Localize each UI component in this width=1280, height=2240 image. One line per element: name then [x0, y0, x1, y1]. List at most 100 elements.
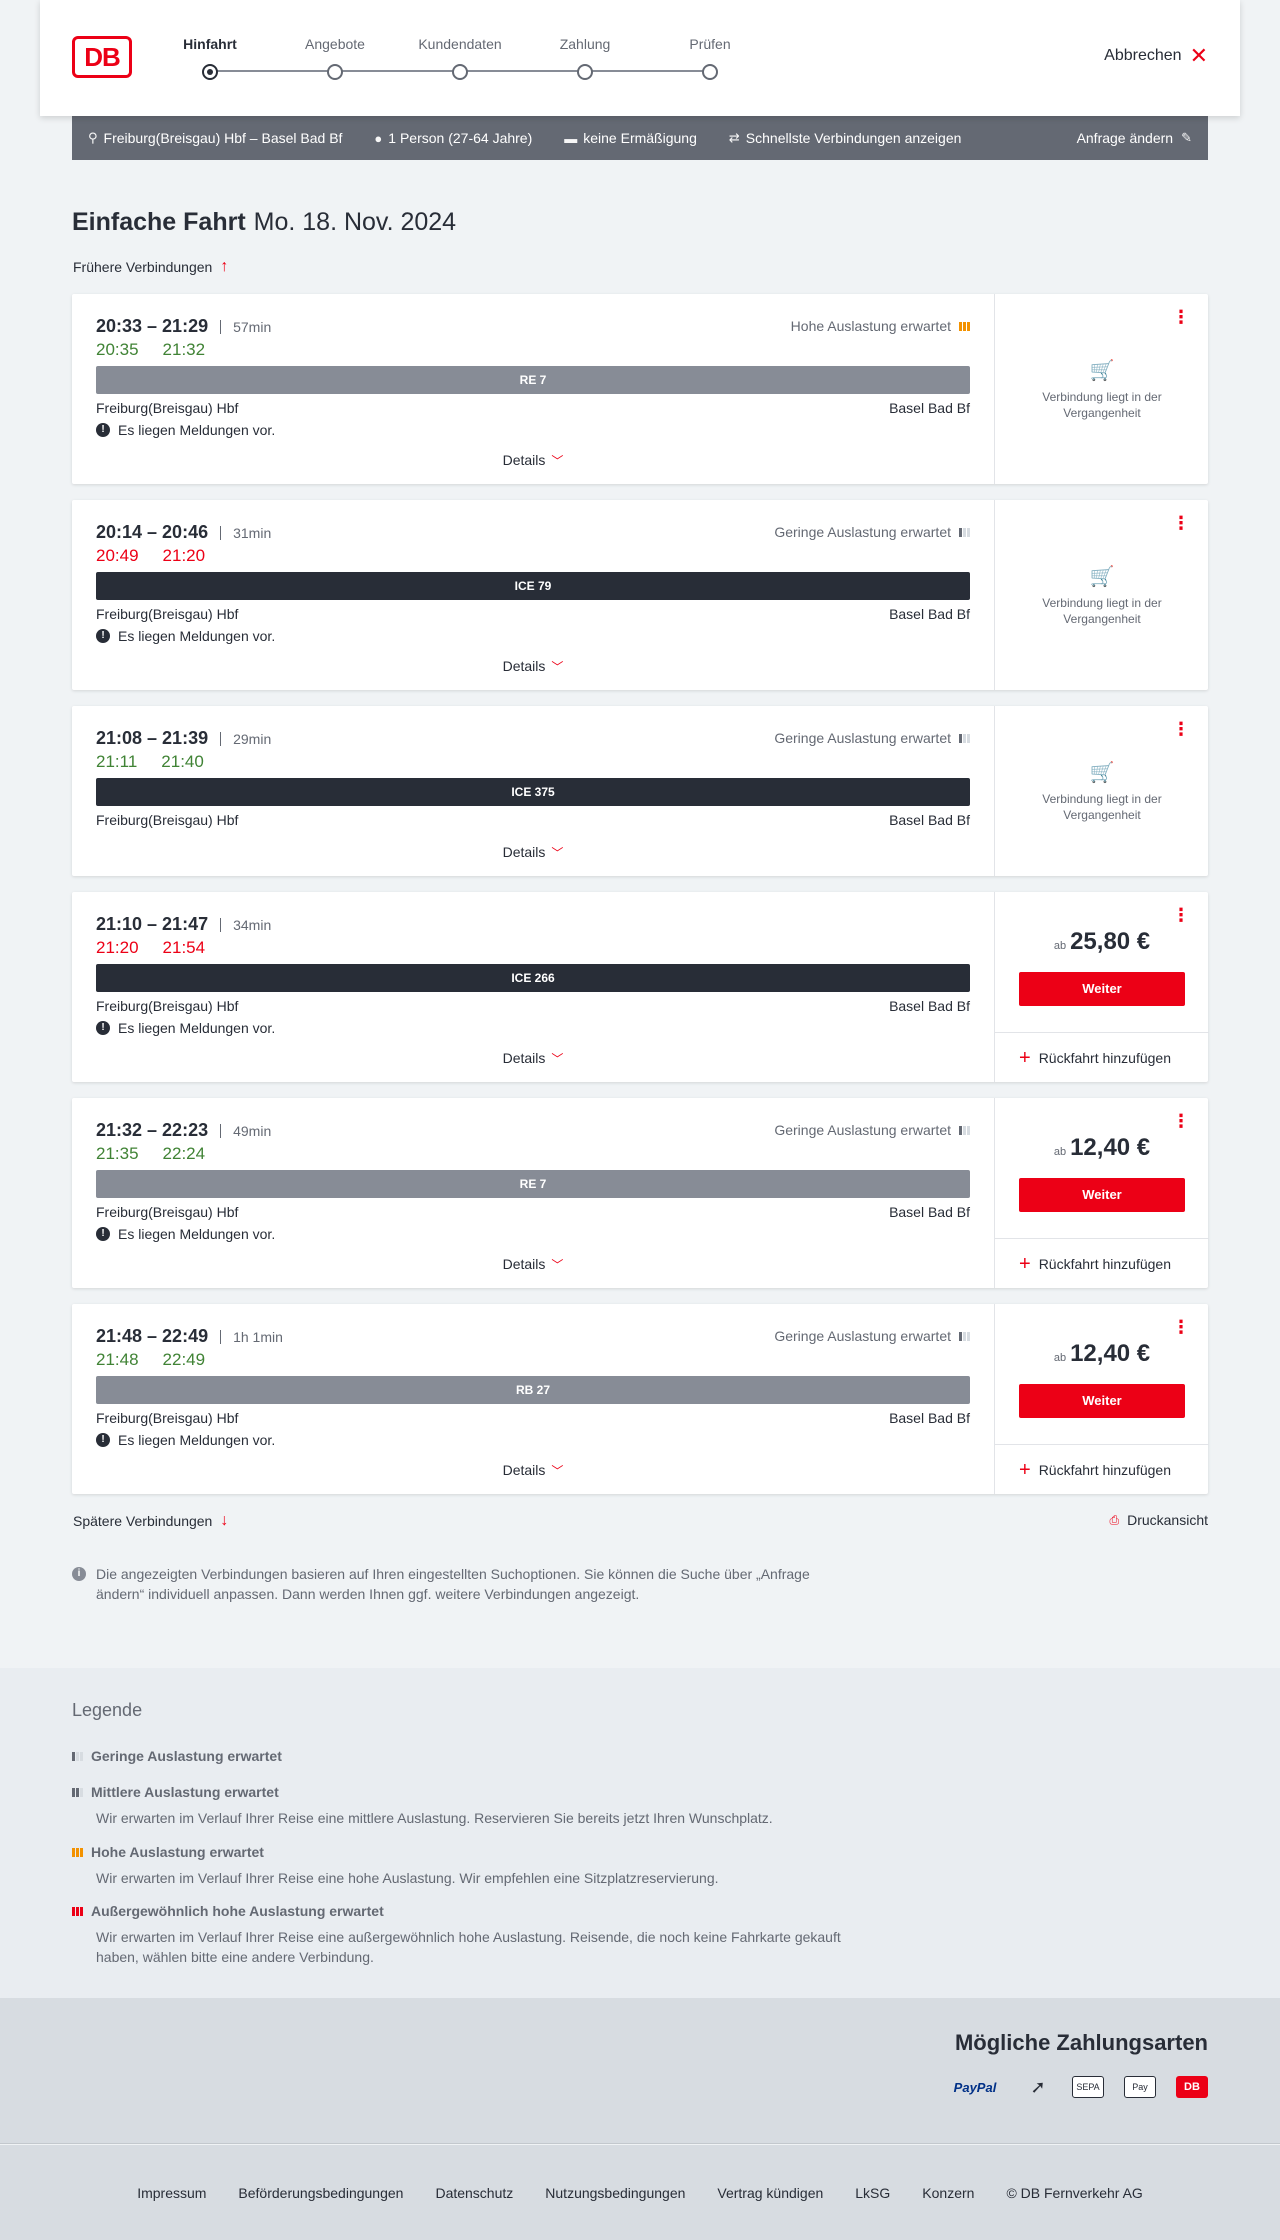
realtime-departure: 20:49 [96, 546, 139, 565]
scheduled-times: 21:08 – 21:39 29min [96, 728, 271, 749]
scheduled-times: 20:33 – 21:29 57min [96, 316, 271, 337]
footer-link-lksg[interactable]: LkSG [855, 2185, 890, 2201]
discount-summary[interactable]: ▬ keine Ermäßigung [564, 130, 697, 146]
step-zahlung[interactable]: Zahlung [525, 36, 645, 80]
footer-link-nutzung[interactable]: Nutzungsbedingungen [545, 2185, 685, 2201]
cancel-button[interactable]: Abbrechen ✕ [1104, 45, 1208, 67]
details-toggle[interactable]: Details ﹀ [72, 1050, 994, 1067]
warning-icon: ! [96, 1433, 110, 1447]
add-return-button[interactable]: + Rückfahrt hinzufügen [995, 1238, 1209, 1288]
plus-icon: + [1019, 1252, 1031, 1275]
passenger-summary[interactable]: ● 1 Person (27-64 Jahre) [374, 130, 532, 146]
footer-link-impressum[interactable]: Impressum [137, 2185, 206, 2201]
step-dot-icon [577, 64, 593, 80]
later-connections-link[interactable]: Spätere Verbindungen ↓ [73, 1512, 228, 1530]
legend-item-extreme: Außergewöhnlich hohe Auslastung erwartet… [72, 1903, 872, 1967]
more-options-icon[interactable]: ⋮ [1172, 1112, 1190, 1130]
price-value: 12,40 € [1070, 1134, 1151, 1161]
fastest-connections-toggle[interactable]: ⇄ Schnellste Verbindungen anzeigen [729, 130, 962, 146]
stations: Freiburg(Breisgau) Hbf Basel Bad Bf [96, 400, 970, 416]
connection-card[interactable]: 20:33 – 21:29 57min 20:35 21:32 Hohe Aus… [72, 294, 1208, 484]
legend-item-title: Außergewöhnlich hohe Auslastung erwartet [72, 1903, 872, 1919]
step-pruefen[interactable]: Prüfen [650, 36, 770, 80]
edit-request-label: Anfrage ändern [1076, 130, 1174, 146]
footer-link-konzern[interactable]: Konzern [922, 2185, 974, 2201]
connection-card[interactable]: 21:08 – 21:39 29min 21:11 21:40 Geringe … [72, 706, 1208, 876]
progress-stepper: Hinfahrt Angebote Kundendaten Zahlung Pr… [180, 0, 731, 116]
chevron-down-icon: ﹀ [551, 1464, 564, 1478]
legend-item-label: Hohe Auslastung erwartet [91, 1844, 264, 1860]
details-toggle[interactable]: Details ﹀ [72, 1462, 994, 1479]
stations: Freiburg(Breisgau) Hbf Basel Bad Bf [96, 1410, 970, 1426]
add-return-button[interactable]: + Rückfahrt hinzufügen [995, 1444, 1209, 1494]
earlier-connections-link[interactable]: Frühere Verbindungen ↑ [73, 258, 228, 276]
realtime-arrival: 21:20 [162, 546, 206, 565]
details-toggle[interactable]: Details ﹀ [72, 1256, 994, 1273]
occupancy-icon [959, 527, 970, 537]
trip-date: Mo. 18. Nov. 2024 [253, 208, 457, 236]
footer-link-kuendigen[interactable]: Vertrag kündigen [717, 2185, 823, 2201]
disruption-message: ! Es liegen Meldungen vor. [96, 628, 275, 644]
realtime-times: 21:11 21:40 [96, 752, 204, 772]
scheduled-times: 21:48 – 22:49 1h 1min [96, 1326, 283, 1347]
stations: Freiburg(Breisgau) Hbf Basel Bad Bf [96, 1204, 970, 1220]
more-options-icon[interactable]: ⋮ [1172, 1318, 1190, 1336]
step-angebote[interactable]: Angebote [275, 36, 395, 80]
weiter-button[interactable]: Weiter [1019, 972, 1185, 1006]
offer-panel: ⋮ 🛒 Verbindung liegt in der Vergangenhei… [994, 706, 1208, 876]
connection-card[interactable]: 21:10 – 21:47 34min 21:20 21:54 ICE 266 … [72, 892, 1209, 1082]
times-text: 20:33 – 21:29 [96, 316, 209, 336]
more-options-icon[interactable]: ⋮ [1172, 308, 1190, 326]
connection-card[interactable]: 20:14 – 20:46 31min 20:49 21:20 Geringe … [72, 500, 1208, 690]
connection-card[interactable]: 21:32 – 22:23 49min 21:35 22:24 Geringe … [72, 1098, 1209, 1288]
more-options-icon[interactable]: ⋮ [1172, 720, 1190, 738]
connection-card[interactable]: 21:48 – 22:49 1h 1min 21:48 22:49 Gering… [72, 1304, 1209, 1494]
connection-info: 21:32 – 22:23 49min 21:35 22:24 Geringe … [72, 1098, 994, 1288]
realtime-times: 20:49 21:20 [96, 546, 205, 566]
train-bar[interactable]: ICE 79 [96, 572, 970, 600]
more-options-icon[interactable]: ⋮ [1172, 906, 1190, 924]
weiter-button[interactable]: Weiter [1019, 1384, 1185, 1418]
footer: Impressum Beförderungsbedingungen Datens… [0, 2145, 1280, 2240]
add-return-button[interactable]: + Rückfahrt hinzufügen [995, 1032, 1209, 1082]
weiter-button[interactable]: Weiter [1019, 1178, 1185, 1212]
legend-item-low: Geringe Auslastung erwartet [72, 1748, 872, 1764]
step-dot-icon [452, 64, 468, 80]
occupancy-label: Hohe Auslastung erwartet [790, 318, 951, 334]
duration: 29min [220, 731, 271, 746]
details-toggle[interactable]: Details ﹀ [72, 452, 994, 469]
train-bar[interactable]: ICE 375 [96, 778, 970, 806]
return-label: Rückfahrt hinzufügen [1038, 1461, 1171, 1478]
train-bar[interactable]: RB 27 [96, 1376, 970, 1404]
medium-occupancy-icon [72, 1787, 83, 1797]
train-bar[interactable]: RE 7 [96, 366, 970, 394]
occupancy-indicator: Geringe Auslastung erwartet [774, 524, 970, 540]
price-prefix: ab [1053, 1146, 1067, 1158]
db-logo[interactable]: DB [72, 36, 132, 78]
occupancy-label: Geringe Auslastung erwartet [774, 1328, 951, 1344]
step-hinfahrt[interactable]: Hinfahrt [150, 36, 270, 80]
bahncard-icon: ▬ [564, 130, 578, 146]
details-toggle[interactable]: Details ﹀ [72, 658, 994, 675]
step-kundendaten[interactable]: Kundendaten [400, 36, 520, 80]
destination-station: Basel Bad Bf [889, 400, 970, 416]
swap-arrows-icon: ⇄ [728, 130, 740, 145]
origin-station: Freiburg(Breisgau) Hbf [96, 1410, 239, 1426]
step-label: Prüfen [689, 36, 731, 52]
times-text: 21:48 – 22:49 [96, 1326, 209, 1346]
train-bar[interactable]: RE 7 [96, 1170, 970, 1198]
occupancy-icon [959, 733, 970, 743]
train-bar[interactable]: ICE 266 [96, 964, 970, 992]
footer-link-datenschutz[interactable]: Datenschutz [435, 2185, 513, 2201]
chevron-down-icon: ﹀ [551, 660, 564, 674]
more-options-icon[interactable]: ⋮ [1172, 514, 1190, 532]
later-label: Spätere Verbindungen [73, 1513, 213, 1529]
warning-icon: ! [96, 1227, 110, 1241]
footer-link-befoerderung[interactable]: Beförderungsbedingungen [238, 2185, 403, 2201]
print-view-link[interactable]: ⎙ Druckansicht [1109, 1512, 1208, 1528]
warning-icon: ! [96, 629, 110, 643]
route-summary[interactable]: ⚲ Freiburg(Breisgau) Hbf – Basel Bad Bf [88, 130, 342, 146]
edit-request-button[interactable]: Anfrage ändern ✎ [1077, 130, 1192, 146]
origin-station: Freiburg(Breisgau) Hbf [96, 812, 239, 828]
details-toggle[interactable]: Details ﹀ [72, 844, 994, 861]
